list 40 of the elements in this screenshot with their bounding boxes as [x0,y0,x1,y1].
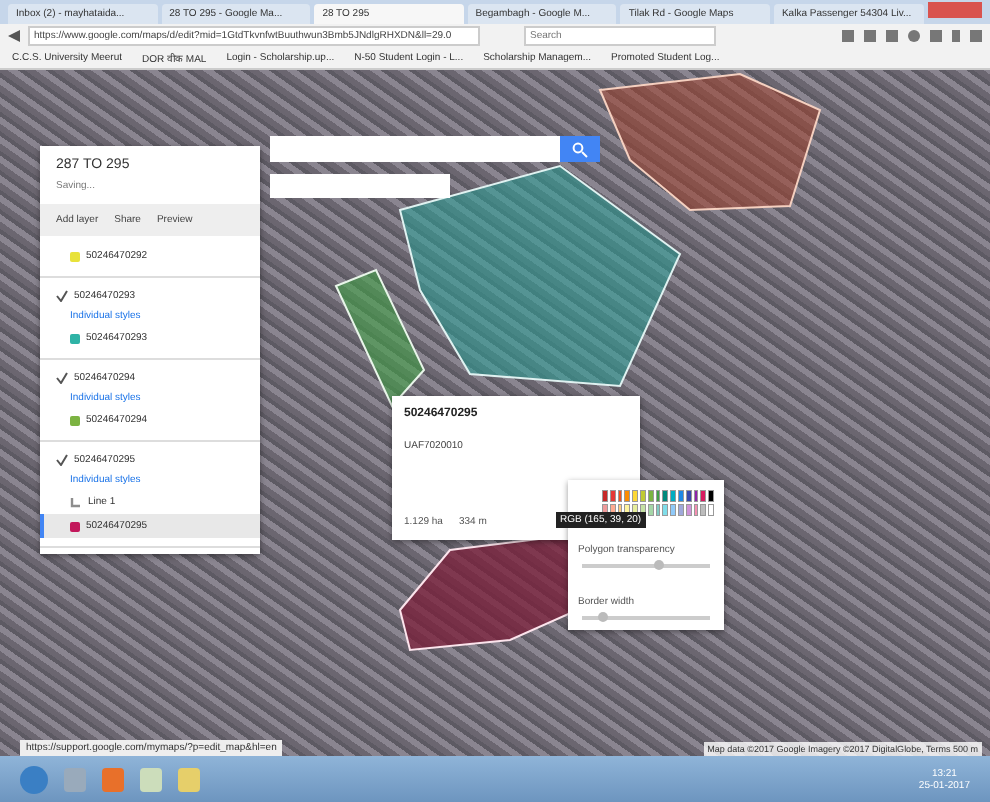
color-swatch[interactable] [685,504,692,516]
color-swatch[interactable] [677,490,684,502]
color-swatch[interactable] [609,490,616,502]
color-swatch[interactable] [708,490,714,502]
back-icon[interactable] [8,30,20,42]
color-swatch[interactable] [708,504,714,516]
color-swatch[interactable] [670,504,676,516]
color-swatch[interactable] [647,490,654,502]
color-swatch[interactable] [700,504,707,516]
layer-checkbox[interactable] [56,290,68,302]
color-swatch[interactable] [700,490,707,502]
satellite-map[interactable] [0,70,990,756]
color-swatch[interactable] [639,490,646,502]
color-swatch[interactable] [602,490,608,502]
slider-thumb[interactable] [654,560,665,570]
color-swatch[interactable] [632,490,638,502]
color-swatch[interactable] [677,504,684,516]
color-swatch[interactable] [662,490,669,502]
color-swatch[interactable] [670,490,676,502]
color-swatch[interactable] [655,490,661,502]
layer-checkbox[interactable] [56,454,68,466]
color-swatch[interactable] [624,490,631,502]
color-swatch[interactable] [662,504,669,516]
color-swatch[interactable] [693,490,699,502]
toolbar-icons-drawing[interactable] [842,28,982,44]
search-icon [572,141,588,157]
color-swatch[interactable] [655,504,661,516]
search-button[interactable] [560,136,600,162]
slider-thumb[interactable] [597,612,608,622]
color-swatch[interactable] [685,490,692,502]
map-polygon[interactable] [598,72,822,211]
map-search-field[interactable] [270,136,560,162]
start-button[interactable] [20,765,48,793]
color-swatch[interactable] [693,504,699,516]
map-polygon[interactable] [398,164,682,388]
layer-checkbox[interactable] [56,372,68,384]
taskbar-app-icon[interactable] [140,767,162,791]
color-swatch[interactable] [617,490,623,502]
color-swatch[interactable] [647,504,654,516]
taskbar-app-icon[interactable] [178,767,200,791]
